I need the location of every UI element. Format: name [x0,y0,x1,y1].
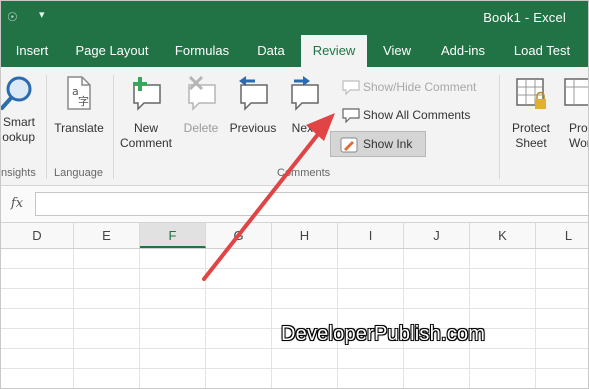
excel-window: ☉ ▾ Book1 - Excel Insert Page Layout For… [0,0,589,389]
watermark: DeveloperPublish.com [281,323,486,345]
